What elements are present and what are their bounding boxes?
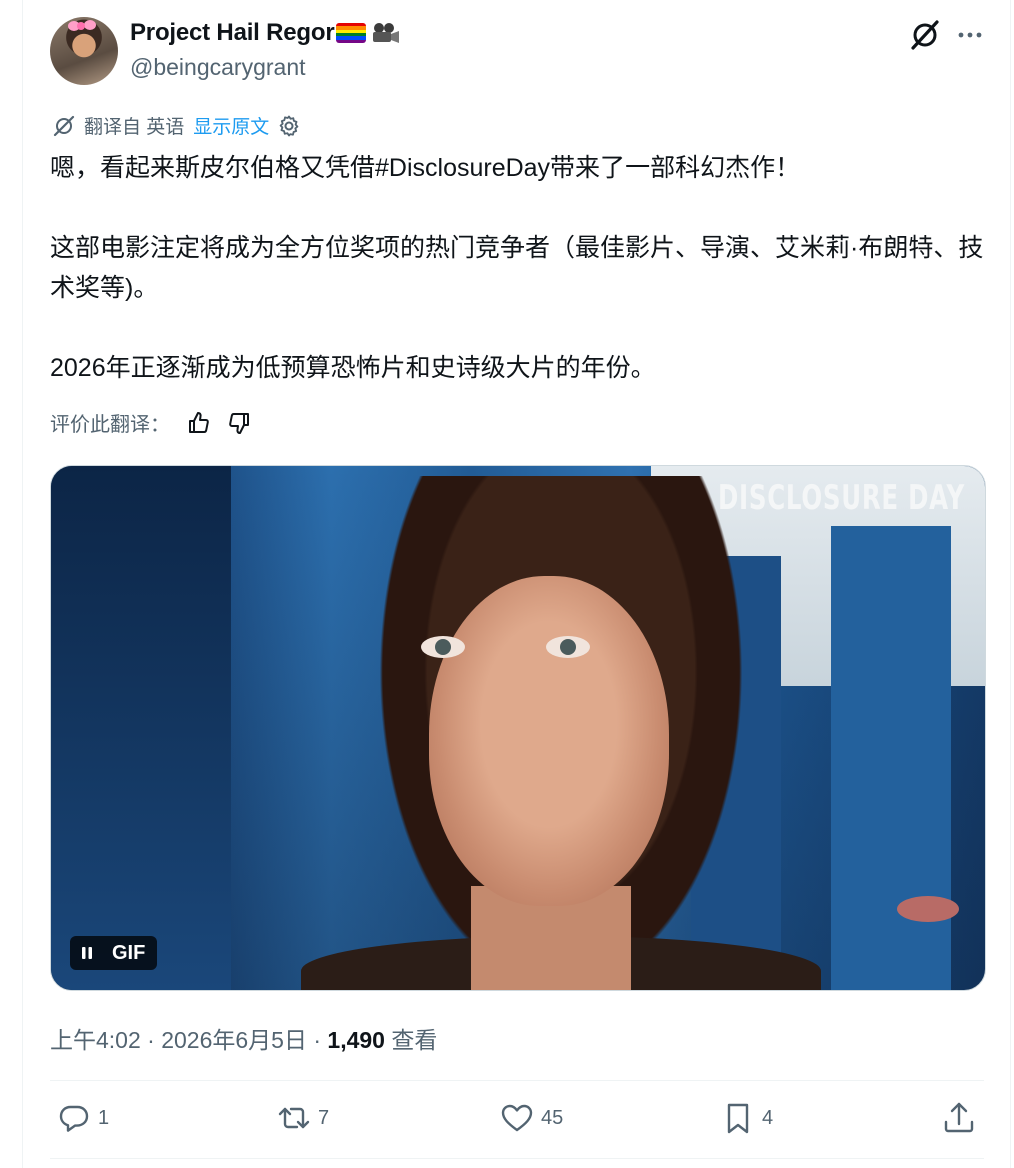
tweet-meta: 上午4:02 · 2026年6月5日 · 1,490 查看 — [50, 1021, 437, 1055]
tweet-date[interactable]: 2026年6月5日 — [161, 1027, 307, 1053]
avatar[interactable] — [50, 17, 118, 85]
subject-eye — [546, 636, 590, 658]
grok-translate-icon — [53, 115, 75, 136]
share-icon — [944, 1102, 974, 1133]
tweet-paragraph: 嗯，看起来斯皮尔伯格又凭借#DisclosureDay带来了一部科幻杰作！ — [50, 154, 801, 182]
grok-icon[interactable] — [909, 19, 941, 51]
subject-face — [429, 576, 959, 922]
repost-count: 7 — [318, 1106, 330, 1129]
background-building — [51, 466, 231, 990]
display-name-text[interactable]: Project Hail Regor — [130, 19, 335, 47]
rate-translation-label: 评价此翻译： — [50, 414, 170, 436]
translation-bar: 翻译自 英语 显示原文 — [52, 112, 301, 139]
repost-button[interactable]: 7 — [276, 1100, 329, 1136]
subject-eye — [421, 636, 465, 658]
views-count: 1,490 — [327, 1027, 385, 1053]
gear-icon[interactable] — [277, 114, 301, 138]
tweet-text: 嗯，看起来斯皮尔伯格又凭借#DisclosureDay带来了一部科幻杰作！ 这部… — [50, 148, 990, 388]
timeline-border-left — [22, 0, 23, 1168]
gif-badge-label: GIF — [112, 941, 146, 964]
handle[interactable]: @beingcarygrant — [130, 54, 306, 81]
pause-icon — [82, 947, 92, 959]
reply-button[interactable]: 1 — [56, 1100, 109, 1136]
views-label: 查看 — [391, 1027, 438, 1053]
subject-mouth — [897, 896, 959, 922]
divider — [50, 1158, 984, 1159]
thumbs-up-icon[interactable] — [184, 409, 212, 437]
timeline-border-right — [1010, 0, 1011, 1168]
rate-translation: 评价此翻译： — [50, 408, 254, 437]
bookmark-icon — [727, 1103, 749, 1134]
tweet-paragraph: 这部电影注定将成为全方位奖项的热门竞争者（最佳影片、导演、艾米莉·布朗特、技术奖… — [50, 234, 984, 302]
bookmark-button[interactable]: 4 — [720, 1100, 773, 1136]
divider — [50, 1080, 984, 1081]
avatar-bow — [77, 22, 85, 30]
gif-controls[interactable]: GIF — [70, 936, 158, 970]
repost-icon — [278, 1107, 310, 1129]
like-count: 45 — [541, 1106, 564, 1129]
meta-separator: · — [306, 1027, 328, 1053]
movie-camera-icon — [370, 22, 400, 44]
rainbow-flag-icon — [336, 23, 367, 43]
tweet-paragraph: 2026年正逐渐成为低预算恐怖片和史诗级大片的年份。 — [50, 354, 656, 382]
display-name[interactable]: Project Hail Regor — [130, 19, 400, 47]
pause-button[interactable] — [70, 936, 104, 970]
more-options-icon[interactable] — [955, 22, 985, 48]
heart-icon — [501, 1104, 533, 1132]
reply-count: 1 — [98, 1106, 110, 1129]
meta-separator: · — [140, 1027, 162, 1053]
thumbs-down-icon[interactable] — [226, 409, 254, 437]
translated-from-label: 翻译自 英语 — [84, 117, 185, 138]
show-original-link[interactable]: 显示原文 — [193, 112, 269, 139]
bookmark-count: 4 — [762, 1106, 774, 1129]
like-button[interactable]: 45 — [499, 1100, 563, 1136]
tweet-time[interactable]: 上午4:02 — [50, 1027, 141, 1053]
gif-media[interactable]: DISCLOSURE DAY GIF — [50, 465, 986, 991]
avatar-bow — [84, 20, 96, 30]
gif-overlay-title: DISCLOSURE DAY — [718, 478, 965, 518]
reply-icon — [59, 1105, 89, 1132]
share-button[interactable] — [941, 1100, 977, 1136]
